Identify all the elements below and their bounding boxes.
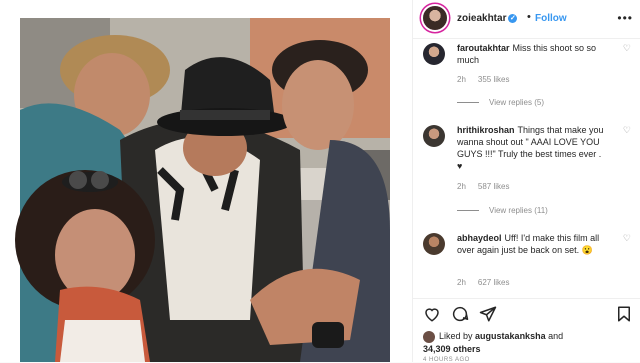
author-username-text[interactable]: zoieakhtar [457,13,506,24]
comment-meta: 2h 355 likes [457,75,521,84]
comment-likes[interactable]: 587 likes [478,182,510,191]
post-side-panel: zoieakhtar ✓ • Follow ••• faroutakhtar Mis… [412,0,640,363]
follow-button[interactable]: Follow [535,13,567,24]
comment-avatar[interactable] [423,43,445,65]
comment-avatar[interactable] [423,125,445,147]
more-options-icon[interactable]: ••• [617,11,633,25]
comment-text: abhaydeol Uff! I'd make this film all ove… [457,232,607,256]
comment-username[interactable]: abhaydeol [457,233,502,243]
comment-icon[interactable] [451,305,469,323]
view-replies-link[interactable]: View replies (5) [457,98,544,107]
replies-divider [457,102,479,104]
share-icon[interactable] [479,305,497,323]
author-username[interactable]: zoieakhtar ✓ [457,13,518,24]
liked-by-middle: and [548,331,564,341]
liked-by-summary: Liked by augustakanksha and 34,309 other… [423,330,633,355]
comment-username[interactable]: hrithikroshan [457,125,515,135]
header-separator: • [527,11,531,23]
comment-text: faroutakhtar Miss this shoot so so much [457,42,607,66]
heart-icon[interactable]: ♡ [623,233,631,244]
bookmark-icon[interactable] [615,305,633,323]
post-header: zoieakhtar ✓ • Follow ••• [413,0,640,39]
view-replies-label[interactable]: View replies (5) [489,98,544,107]
verified-badge-icon: ✓ [508,13,518,23]
view-replies-label[interactable]: View replies (11) [489,206,548,215]
comment-likes[interactable]: 355 likes [478,75,510,84]
author-avatar[interactable] [423,6,447,30]
liked-by-count[interactable]: 34,309 others [423,344,481,354]
view-replies-link[interactable]: View replies (11) [457,206,548,215]
comment-time: 2h [457,75,466,84]
comment-time: 2h [457,278,466,287]
heart-icon[interactable]: ♡ [623,125,631,136]
heart-icon[interactable]: ♡ [623,43,631,54]
instagram-post-view: zoieakhtar ✓ • Follow ••• faroutakhtar Mis… [0,0,640,363]
liked-by-avatar[interactable] [423,330,435,343]
replies-divider [457,210,479,212]
liked-by-user[interactable]: augustakanksha [475,331,546,341]
liked-by-prefix: Liked by [439,331,473,341]
post-actions-bar [413,298,640,329]
comment-meta: 2h 587 likes [457,182,521,191]
post-timestamp: 4 HOURS AGO [423,357,470,363]
post-photo[interactable] [0,0,412,362]
comment-avatar[interactable] [423,233,445,255]
comment-time: 2h [457,182,466,191]
comment-meta: 2h 627 likes [457,278,521,287]
post-photo-illustration [0,0,412,362]
heart-icon[interactable] [423,305,441,323]
comment-text: hrithikroshan Things that make you wanna … [457,124,607,172]
comment-likes[interactable]: 627 likes [478,278,510,287]
comment-username[interactable]: faroutakhtar [457,43,510,53]
